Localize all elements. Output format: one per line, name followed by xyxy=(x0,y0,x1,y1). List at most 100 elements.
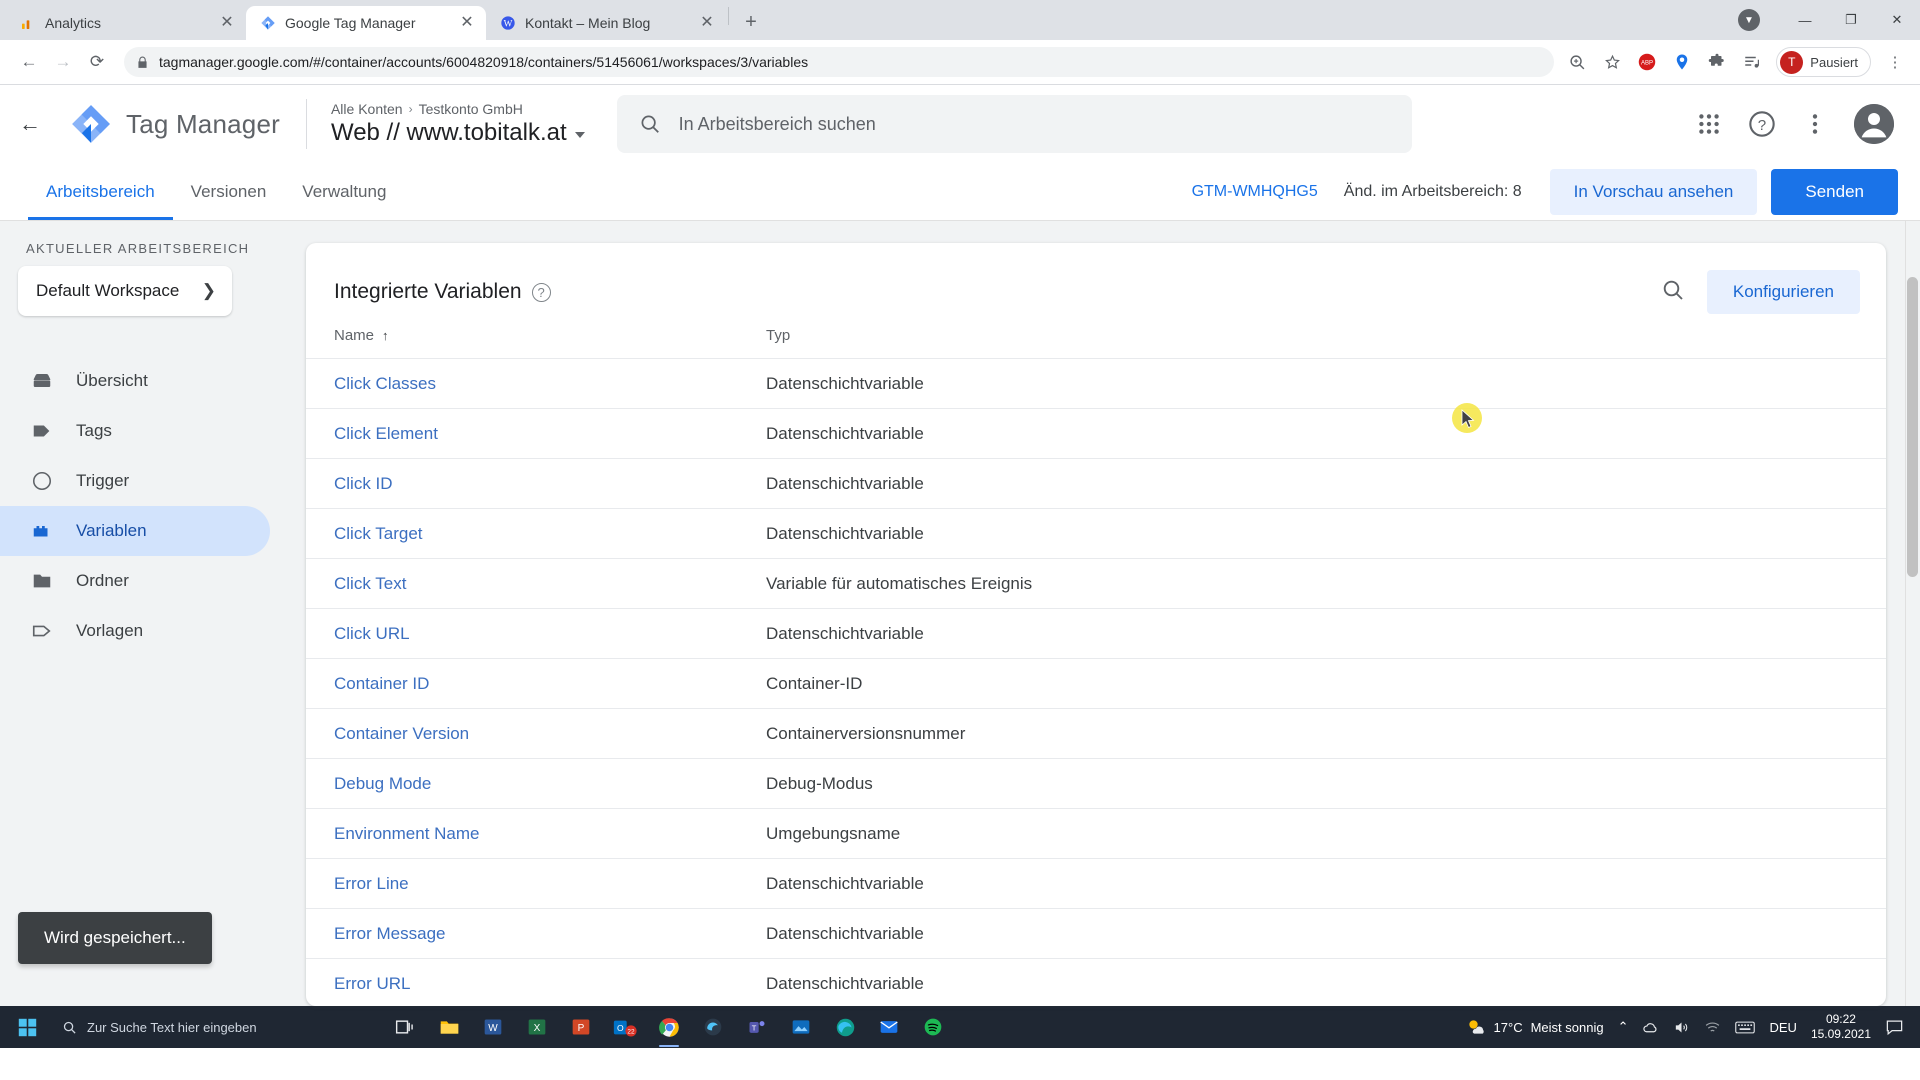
table-row[interactable]: Click URL Datenschichtvariable xyxy=(306,608,1886,659)
table-row[interactable]: Error Line Datenschichtvariable xyxy=(306,858,1886,909)
variable-link[interactable]: Click Element xyxy=(334,424,438,443)
tab-arbeitsbereich[interactable]: Arbeitsbereich xyxy=(28,163,173,220)
variable-link[interactable]: Container ID xyxy=(334,674,429,693)
container-selector[interactable]: Web // www.tobitalk.at xyxy=(331,119,585,147)
row-actions[interactable] xyxy=(1816,358,1886,409)
spotify-icon[interactable] xyxy=(912,1006,954,1048)
variable-link[interactable]: Error URL xyxy=(334,974,411,993)
back-icon[interactable]: ← xyxy=(14,47,44,77)
close-icon[interactable]: ✕ xyxy=(218,14,236,32)
sidebar-item-ubersicht[interactable]: Übersicht xyxy=(0,356,270,406)
table-row[interactable]: Environment Name Umgebungsname xyxy=(306,808,1886,859)
start-button-icon[interactable] xyxy=(4,1006,50,1048)
row-actions[interactable] xyxy=(1816,808,1886,859)
photos-icon[interactable] xyxy=(780,1006,822,1048)
workspace-search-input[interactable]: In Arbeitsbereich suchen xyxy=(616,95,1412,153)
table-row[interactable]: Container Version Containerversionsnummer xyxy=(306,708,1886,759)
submit-button[interactable]: Senden xyxy=(1771,168,1898,215)
input-language[interactable]: DEU xyxy=(1769,1020,1796,1035)
file-explorer-icon[interactable] xyxy=(428,1006,470,1048)
app-back-icon[interactable]: ← xyxy=(8,102,52,146)
variable-link[interactable]: Debug Mode xyxy=(334,774,431,793)
table-row[interactable]: Error URL Datenschichtvariable xyxy=(306,958,1886,1006)
preview-button[interactable]: In Vorschau ansehen xyxy=(1549,168,1758,215)
container-id-link[interactable]: GTM-WMHQHG5 xyxy=(1192,183,1318,201)
sidebar-item-variablen[interactable]: Variablen xyxy=(0,506,270,556)
weather-widget[interactable]: 17°C Meist sonnig xyxy=(1466,1017,1604,1037)
more-options-icon[interactable] xyxy=(1802,111,1828,137)
variable-link[interactable]: Environment Name xyxy=(334,824,480,843)
row-actions[interactable] xyxy=(1816,658,1886,709)
brand[interactable]: Tag Manager xyxy=(52,99,307,149)
close-window-button[interactable]: ✕ xyxy=(1874,4,1920,36)
variable-link[interactable]: Click Text xyxy=(334,574,406,593)
sidebar-item-vorlagen[interactable]: Vorlagen xyxy=(0,606,270,656)
outlook-icon[interactable]: O 22 xyxy=(604,1006,646,1048)
scrollbar-thumb[interactable] xyxy=(1907,277,1918,577)
row-actions[interactable] xyxy=(1816,408,1886,459)
onedrive-icon[interactable] xyxy=(1642,1019,1659,1036)
table-row[interactable]: Click Target Datenschichtvariable xyxy=(306,508,1886,559)
chevron-down-icon[interactable] xyxy=(574,132,585,138)
chrome-menu-icon[interactable]: ⋮ xyxy=(1884,51,1906,73)
workspace-selector[interactable]: Default Workspace ❯ xyxy=(18,266,232,316)
browser-tab-google-tag-manager[interactable]: Google Tag Manager ✕ xyxy=(246,6,486,40)
table-row[interactable]: Click ID Datenschichtvariable xyxy=(306,458,1886,509)
sidebar-item-tags[interactable]: Tags xyxy=(0,406,270,456)
volume-icon[interactable] xyxy=(1673,1019,1690,1036)
new-tab-button[interactable]: + xyxy=(737,8,765,36)
extensions-puzzle-icon[interactable] xyxy=(1706,51,1728,73)
table-row[interactable]: Click Classes Datenschichtvariable xyxy=(306,358,1886,409)
maximize-button[interactable]: ❐ xyxy=(1828,4,1874,36)
profile-chip[interactable]: T Pausiert xyxy=(1776,47,1871,77)
reading-list-icon[interactable] xyxy=(1741,51,1763,73)
edge-legacy-icon[interactable] xyxy=(692,1006,734,1048)
help-circle-icon[interactable]: ? xyxy=(531,282,551,302)
action-center-icon[interactable] xyxy=(1885,1018,1904,1037)
adblock-icon[interactable]: ABP xyxy=(1636,51,1658,73)
breadcrumb-account[interactable]: Testkonto GmbH xyxy=(419,101,523,117)
table-row[interactable]: Error Message Datenschichtvariable xyxy=(306,908,1886,959)
teams-icon[interactable]: T xyxy=(736,1006,778,1048)
edge-icon[interactable] xyxy=(824,1006,866,1048)
row-actions[interactable] xyxy=(1816,958,1886,1006)
search-icon[interactable] xyxy=(1661,278,1685,307)
task-view-icon[interactable] xyxy=(384,1006,426,1048)
wifi-icon[interactable] xyxy=(1704,1019,1721,1036)
show-hidden-icons-chevron-icon[interactable]: ⌃ xyxy=(1618,1019,1629,1035)
apps-grid-icon[interactable] xyxy=(1696,111,1722,137)
extension-blue-icon[interactable] xyxy=(1671,51,1693,73)
variable-link[interactable]: Click Target xyxy=(334,524,423,543)
variable-link[interactable]: Click Classes xyxy=(334,374,436,393)
breadcrumb-accounts[interactable]: Alle Konten xyxy=(331,101,403,117)
variable-link[interactable]: Error Line xyxy=(334,874,409,893)
user-avatar[interactable] xyxy=(1854,104,1894,144)
page-scrollbar[interactable] xyxy=(1905,221,1920,1006)
row-actions[interactable] xyxy=(1816,458,1886,509)
chrome-update-badge-icon[interactable]: ▼ xyxy=(1738,9,1760,31)
sidebar-item-trigger[interactable]: Trigger xyxy=(0,456,270,506)
zoom-icon[interactable] xyxy=(1566,51,1588,73)
row-actions[interactable] xyxy=(1816,758,1886,809)
browser-tab-analytics[interactable]: Analytics ✕ xyxy=(6,6,246,40)
row-actions[interactable] xyxy=(1816,708,1886,759)
close-icon[interactable]: ✕ xyxy=(458,14,476,32)
tab-verwaltung[interactable]: Verwaltung xyxy=(284,163,404,220)
powerpoint-icon[interactable]: P xyxy=(560,1006,602,1048)
reload-icon[interactable]: ⟳ xyxy=(82,47,112,77)
bookmark-star-icon[interactable] xyxy=(1601,51,1623,73)
mail-icon[interactable] xyxy=(868,1006,910,1048)
variable-link[interactable]: Container Version xyxy=(334,724,469,743)
keyboard-icon[interactable] xyxy=(1735,1019,1756,1036)
clock[interactable]: 09:22 15.09.2021 xyxy=(1811,1012,1871,1042)
taskbar-search-input[interactable]: Zur Suche Text hier eingeben xyxy=(52,1006,382,1048)
table-row[interactable]: Debug Mode Debug-Modus xyxy=(306,758,1886,809)
variable-link[interactable]: Click URL xyxy=(334,624,410,643)
row-actions[interactable] xyxy=(1816,558,1886,609)
excel-icon[interactable]: X xyxy=(516,1006,558,1048)
close-icon[interactable]: ✕ xyxy=(698,14,716,32)
browser-tab-kontakt-mein-blog[interactable]: W Kontakt – Mein Blog ✕ xyxy=(486,6,726,40)
forward-icon[interactable]: → xyxy=(48,47,78,77)
row-actions[interactable] xyxy=(1816,608,1886,659)
chrome-icon[interactable] xyxy=(648,1006,690,1048)
